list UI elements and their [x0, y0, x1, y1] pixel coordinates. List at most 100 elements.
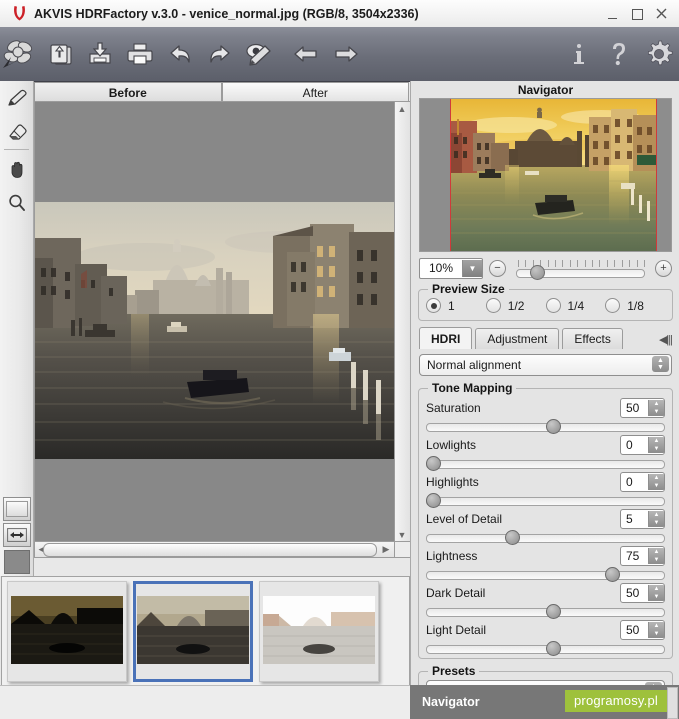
image-canvas[interactable]: ▲ ▼ ◀ ▶ [34, 101, 411, 558]
zoom-level-combobox[interactable]: 10% ▼ [419, 257, 483, 279]
chevron-updown-icon[interactable]: ▲▼ [652, 356, 669, 372]
spinner-arrows-icon[interactable]: ▲ ▼ [648, 621, 664, 638]
tab-before[interactable]: Before [34, 82, 222, 102]
radio-icon[interactable] [545, 298, 561, 313]
status-scrollbar[interactable] [667, 687, 678, 719]
slider-label: Lightness [426, 548, 478, 563]
question-mark-icon[interactable] [599, 32, 639, 76]
navigator-preview[interactable] [419, 98, 672, 252]
tone-mapping-label: Tone Mapping [428, 381, 517, 395]
canvas-horizontal-scrollbar[interactable]: ◀ ▶ [35, 541, 394, 557]
slider-track[interactable] [426, 604, 665, 619]
thumbnail-frame[interactable] [259, 581, 379, 682]
scroll-up-arrow[interactable]: ▲ [396, 103, 408, 115]
zoom-in-button[interactable]: + [655, 259, 672, 277]
spinner-arrows-icon[interactable]: ▲ ▼ [648, 436, 664, 453]
slider-spinbox[interactable]: 5 ▲ ▼ [620, 508, 665, 529]
spinner-arrows-icon[interactable]: ▲ ▼ [648, 399, 664, 416]
gear-icon[interactable] [639, 32, 679, 76]
hand-tool-icon[interactable] [0, 153, 33, 186]
slider-spinbox[interactable]: 50 ▲ ▼ [620, 582, 665, 603]
right-settings-panel: Navigator 10% ▼ − + Preview Size 1 1/2 1… [410, 81, 679, 719]
slider-value: 0 [626, 474, 633, 489]
left-tool-panel [0, 81, 34, 576]
slider-track[interactable] [426, 641, 665, 656]
open-folder-icon[interactable] [40, 32, 80, 76]
list-item[interactable]: venice_normal.j... ✓ [133, 581, 253, 701]
navigator-title: Navigator [517, 82, 574, 97]
list-item[interactable]: venice_under.jpg ✓ [7, 581, 127, 701]
preview-size-option-eighth[interactable]: 1/8 [605, 298, 665, 313]
magnifier-icon[interactable] [0, 186, 33, 219]
slider-track[interactable] [426, 493, 665, 508]
zoom-slider-knob[interactable] [530, 265, 545, 280]
redo-arrow-icon[interactable] [200, 32, 240, 76]
minimize-button[interactable] [606, 7, 620, 21]
spinner-arrows-icon[interactable]: ▲ ▼ [648, 510, 664, 527]
eye-pencil-icon[interactable] [240, 32, 280, 76]
printer-icon[interactable] [120, 32, 160, 76]
watermark-badge: programosy.pl [564, 690, 667, 712]
slider-knob[interactable] [545, 419, 561, 434]
slider-knob[interactable] [426, 456, 441, 471]
slider-spinbox[interactable]: 75 ▲ ▼ [620, 545, 665, 566]
slider-knob[interactable] [426, 493, 441, 508]
slider-label: Lowlights [426, 437, 477, 452]
thumbnail-frame-selected[interactable] [133, 581, 253, 682]
slider-knob[interactable] [545, 641, 561, 656]
close-button[interactable] [654, 7, 668, 21]
radio-icon[interactable] [426, 298, 441, 313]
canvas-vertical-scrollbar[interactable]: ▲ ▼ [394, 102, 410, 542]
scroll-right-arrow[interactable]: ▶ [380, 543, 392, 555]
preview-size-option-label: 1/2 [507, 298, 525, 313]
radio-icon[interactable] [605, 298, 621, 313]
slider-track[interactable] [426, 456, 665, 471]
maximize-button[interactable] [630, 7, 644, 21]
slider-spinbox[interactable]: 0 ▲ ▼ [620, 471, 665, 492]
slider-spinbox[interactable]: 50 ▲ ▼ [620, 619, 665, 640]
slider-knob[interactable] [504, 530, 520, 545]
slider-spinbox[interactable]: 0 ▲ ▼ [620, 434, 665, 455]
list-item[interactable]: venice_over.jpg ✓ [259, 581, 379, 701]
preview-size-option-label: 1 [448, 298, 455, 313]
tab-effects[interactable]: Effects [562, 328, 623, 349]
spinner-arrows-icon[interactable]: ▲ ▼ [648, 473, 664, 490]
background-color-swatch[interactable] [3, 550, 30, 574]
thumbnail-frame[interactable] [7, 581, 127, 682]
slider-knob[interactable] [545, 604, 561, 619]
preview-size-option-half[interactable]: 1/2 [485, 298, 546, 313]
zoom-slider[interactable] [512, 260, 649, 280]
zoom-out-button[interactable]: − [489, 259, 506, 277]
left-arrow-icon[interactable] [286, 32, 326, 76]
preview-size-group: Preview Size 1 1/2 1/4 1/8 [418, 282, 673, 321]
slider-label: Dark Detail [426, 585, 486, 600]
zoom-level-value: 10% [428, 261, 454, 275]
scroll-down-arrow[interactable]: ▼ [396, 529, 408, 541]
tab-hdri[interactable]: HDRI [419, 327, 473, 349]
slider-track[interactable] [426, 419, 665, 434]
slider-spinbox[interactable]: 50 ▲ ▼ [620, 397, 665, 418]
preview-size-option-1[interactable]: 1 [426, 298, 486, 313]
slider-track[interactable] [426, 567, 665, 582]
single-window-icon[interactable] [2, 497, 31, 521]
eraser-tool-icon[interactable] [0, 114, 33, 147]
horizontal-scroll-thumb[interactable] [43, 543, 377, 557]
collapse-panel-icon[interactable]: ◀||| [659, 333, 673, 349]
tab-after[interactable]: After [221, 82, 409, 102]
preview-size-option-quarter[interactable]: 1/4 [545, 298, 606, 313]
slider-label: Light Detail [426, 622, 487, 637]
save-disk-icon[interactable] [80, 32, 120, 76]
radio-icon[interactable] [485, 298, 501, 313]
slider-track[interactable] [426, 530, 665, 545]
spinner-arrows-icon[interactable]: ▲ ▼ [648, 584, 664, 601]
undo-arrow-icon[interactable] [160, 32, 200, 76]
tab-adjustment[interactable]: Adjustment [475, 328, 560, 349]
scrollbar-corner [394, 541, 410, 557]
info-icon[interactable] [559, 32, 599, 76]
chevron-down-icon[interactable]: ▼ [462, 259, 482, 277]
brush-tool-icon[interactable] [0, 81, 33, 114]
spinner-arrows-icon[interactable]: ▲ ▼ [648, 547, 664, 564]
split-view-arrows-icon[interactable] [2, 523, 31, 547]
alignment-combobox[interactable]: Normal alignment ▲ ▼ [419, 354, 672, 376]
right-arrow-icon[interactable] [326, 32, 366, 76]
